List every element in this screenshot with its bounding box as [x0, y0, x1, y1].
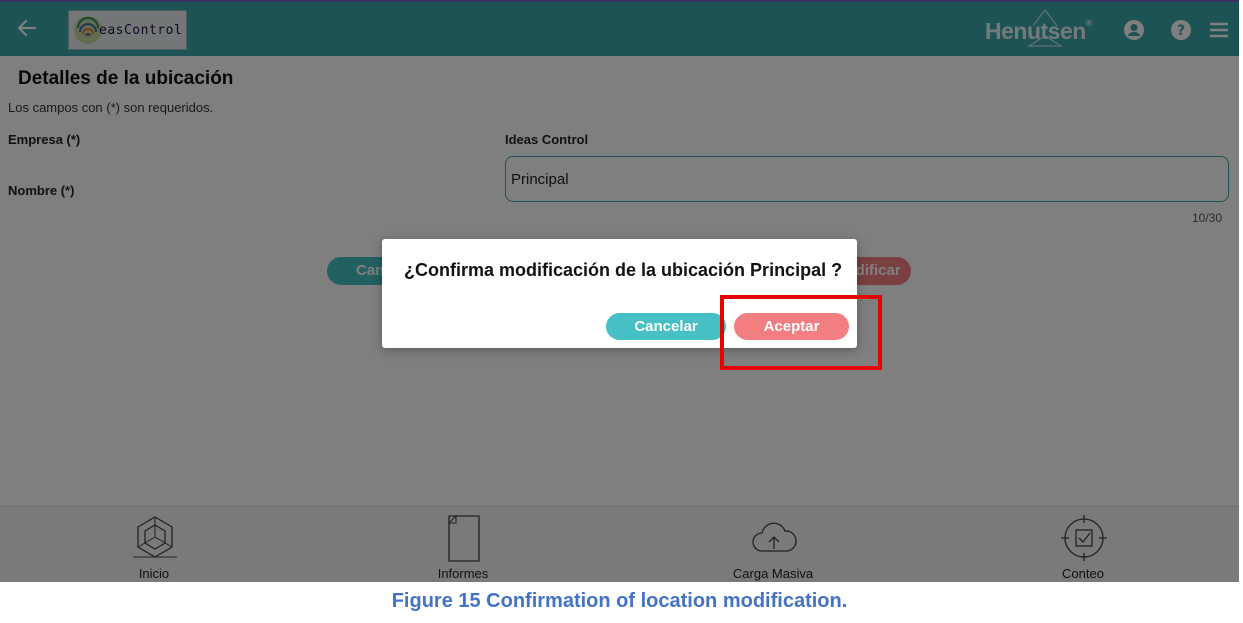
figure-caption: Figure 15 Confirmation of location modif…: [391, 590, 848, 612]
app-screen: easControl Henutsen® ? Detalles de la ub…: [0, 0, 1239, 582]
confirm-message: ¿Confirma modificación de la ubicación P…: [404, 260, 843, 280]
highlight-box: [720, 295, 882, 370]
dialog-cancel-button[interactable]: Cancelar: [606, 313, 726, 340]
